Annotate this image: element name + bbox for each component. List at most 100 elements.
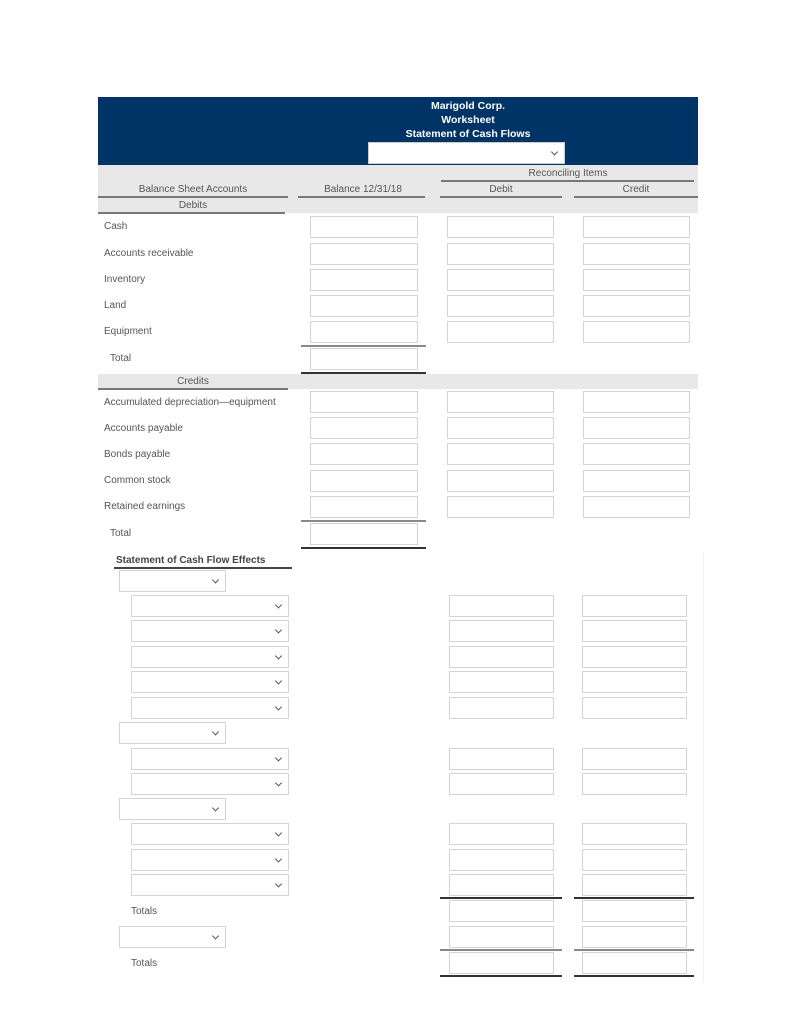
balance-input[interactable]: [310, 443, 418, 465]
final-totals-debit-input[interactable]: [449, 952, 554, 974]
item-select[interactable]: [131, 874, 289, 896]
effect-debit-input[interactable]: [449, 874, 554, 896]
balance-input[interactable]: [310, 216, 418, 238]
subtotal-rule: [301, 520, 426, 522]
item-select[interactable]: [131, 620, 289, 642]
credit-input[interactable]: [583, 391, 690, 413]
final-totals-label: Totals: [131, 958, 158, 969]
debit-input[interactable]: [447, 269, 554, 291]
debit-input[interactable]: [447, 391, 554, 413]
account-label: Cash: [104, 221, 128, 232]
debit-input[interactable]: [447, 295, 554, 317]
effect-credit-input[interactable]: [582, 773, 687, 795]
balance-column-header: Balance 12/31/18: [324, 184, 402, 195]
debit-input[interactable]: [447, 243, 554, 265]
account-label: Common stock: [104, 475, 171, 486]
section-select[interactable]: [119, 722, 226, 744]
reconciling-items-header: Reconciling Items: [528, 168, 608, 179]
debit-input[interactable]: [447, 417, 554, 439]
debit-input[interactable]: [447, 321, 554, 343]
effect-debit-input[interactable]: [449, 646, 554, 668]
balance-input[interactable]: [310, 391, 418, 413]
debit-input[interactable]: [447, 496, 554, 518]
balance-input[interactable]: [310, 269, 418, 291]
item-select[interactable]: [131, 773, 289, 795]
chevron-down-icon: [274, 754, 283, 762]
credit-input[interactable]: [583, 295, 690, 317]
effect-credit-input[interactable]: [582, 595, 687, 617]
effect-credit-input[interactable]: [582, 874, 687, 896]
debit-input[interactable]: [447, 443, 554, 465]
item-select[interactable]: [131, 595, 289, 617]
effect-credit-input[interactable]: [582, 748, 687, 770]
credit-input[interactable]: [583, 417, 690, 439]
effect-credit-input[interactable]: [582, 671, 687, 693]
effect-credit-input[interactable]: [582, 849, 687, 871]
totals-rule: [440, 897, 562, 899]
chevron-down-icon: [274, 652, 283, 660]
period-select[interactable]: [368, 142, 565, 164]
effect-debit-input[interactable]: [449, 773, 554, 795]
account-label: Equipment: [104, 326, 152, 337]
debits-total-input[interactable]: [310, 348, 418, 370]
credit-input[interactable]: [583, 269, 690, 291]
debit-underline: [440, 196, 562, 198]
debits-heading: Debits: [178, 200, 208, 211]
debit-input[interactable]: [447, 216, 554, 238]
item-select[interactable]: [131, 823, 289, 845]
section-select[interactable]: [119, 926, 226, 948]
item-select[interactable]: [131, 697, 289, 719]
chevron-down-icon: [211, 932, 220, 940]
effect-debit-input[interactable]: [449, 697, 554, 719]
totals-credit-input[interactable]: [582, 900, 687, 922]
credit-input[interactable]: [583, 321, 690, 343]
chevron-down-icon: [274, 855, 283, 863]
effect-debit-input[interactable]: [449, 849, 554, 871]
double-rule: [574, 975, 694, 977]
credit-input[interactable]: [583, 243, 690, 265]
item-select[interactable]: [131, 646, 289, 668]
balance-input[interactable]: [310, 470, 418, 492]
credit-input[interactable]: [583, 216, 690, 238]
effect-credit-input[interactable]: [582, 646, 687, 668]
final-totals-credit-input[interactable]: [582, 952, 687, 974]
account-label: Inventory: [104, 274, 146, 285]
balance-input[interactable]: [310, 295, 418, 317]
account-label: Accumulated depreciation—equipment: [104, 397, 276, 408]
totals-debit-input[interactable]: [449, 900, 554, 922]
credits-total-input[interactable]: [310, 523, 418, 545]
subtotal-rule: [440, 949, 562, 951]
debit-input[interactable]: [447, 470, 554, 492]
credit-input[interactable]: [583, 470, 690, 492]
effect-credit-input[interactable]: [582, 620, 687, 642]
effect-credit-input[interactable]: [582, 697, 687, 719]
balance-input[interactable]: [310, 417, 418, 439]
net-change-debit-input[interactable]: [449, 926, 554, 948]
reconciling-underline: [441, 180, 694, 182]
double-rule: [440, 975, 562, 977]
balance-input[interactable]: [310, 243, 418, 265]
credit-input[interactable]: [583, 443, 690, 465]
item-select[interactable]: [131, 849, 289, 871]
effect-debit-input[interactable]: [449, 620, 554, 642]
section-select[interactable]: [119, 570, 226, 592]
balance-input[interactable]: [310, 496, 418, 518]
balance-input[interactable]: [310, 321, 418, 343]
effect-debit-input[interactable]: [449, 595, 554, 617]
chevron-down-icon: [211, 728, 220, 736]
effect-debit-input[interactable]: [449, 823, 554, 845]
credit-column-header: Credit: [622, 184, 650, 195]
credit-input[interactable]: [583, 496, 690, 518]
company-name: Marigold Corp.: [430, 100, 506, 112]
credits-total-label: Total: [110, 528, 132, 539]
item-select[interactable]: [131, 671, 289, 693]
net-change-credit-input[interactable]: [582, 926, 687, 948]
worksheet-header: Marigold Corp. Worksheet Statement of Ca…: [98, 97, 698, 165]
effect-debit-input[interactable]: [449, 671, 554, 693]
item-select[interactable]: [131, 748, 289, 770]
effect-debit-input[interactable]: [449, 748, 554, 770]
debit-column-header: Debit: [489, 184, 513, 195]
effect-credit-input[interactable]: [582, 823, 687, 845]
chevron-down-icon: [274, 677, 283, 685]
section-select[interactable]: [119, 798, 226, 820]
